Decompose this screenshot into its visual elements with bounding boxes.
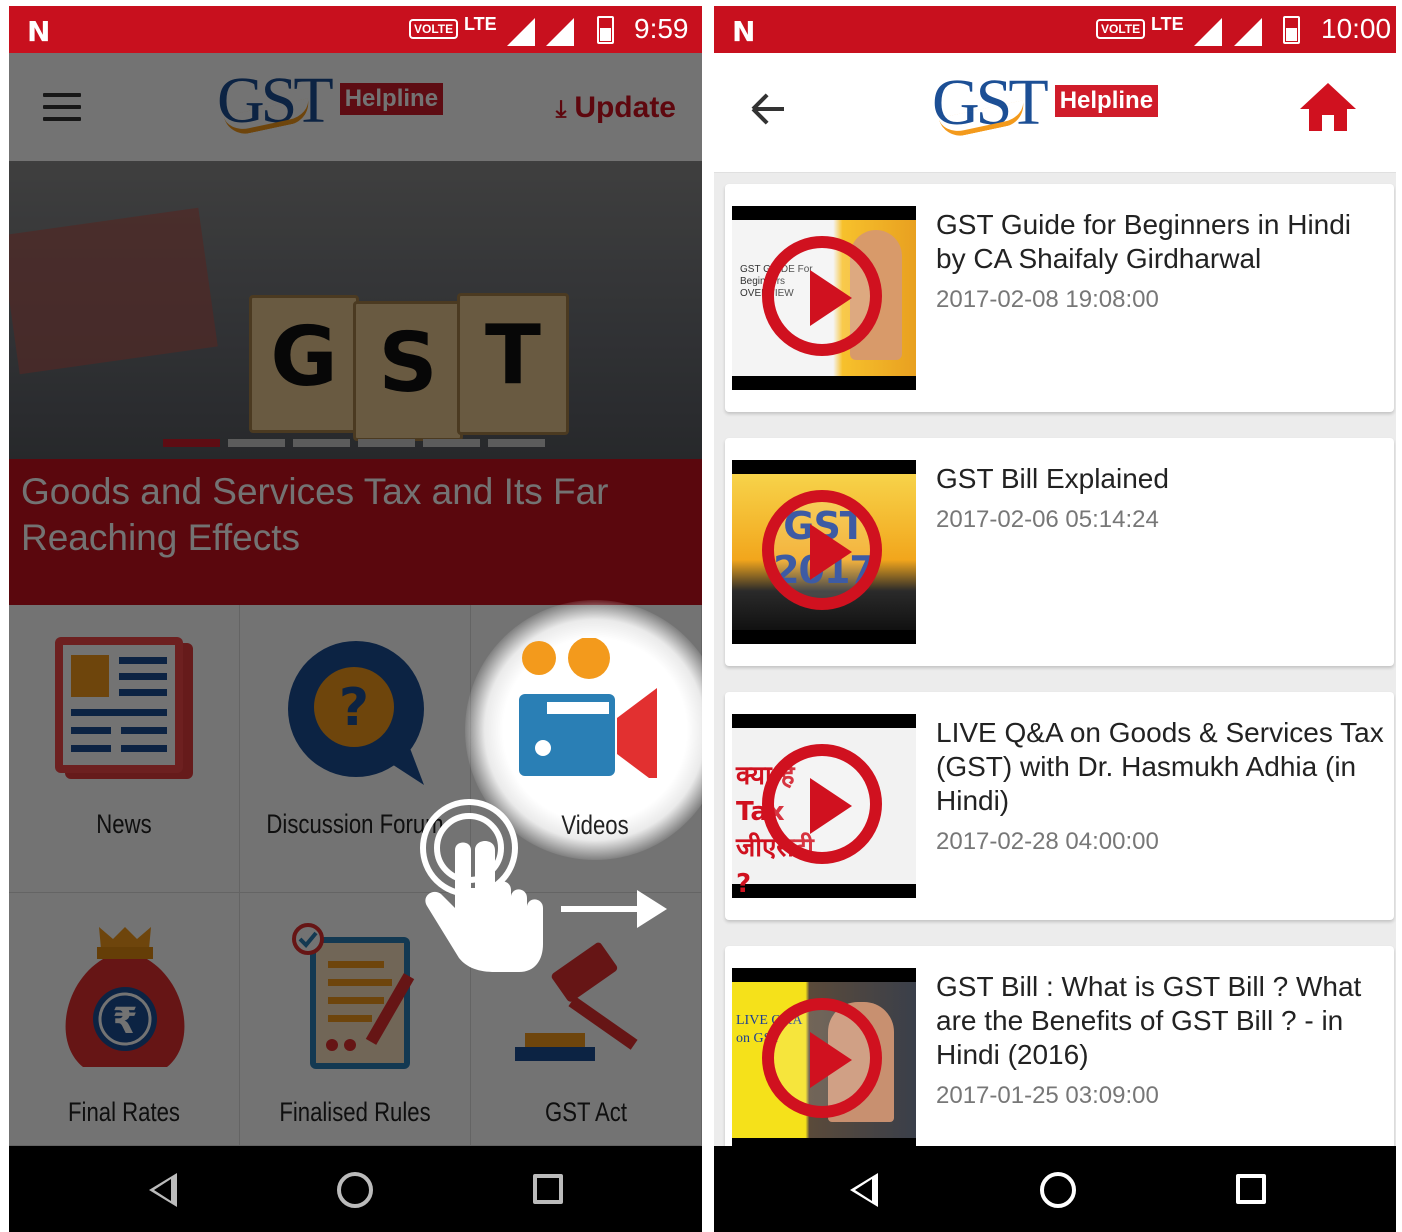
play-icon [762,998,882,1118]
video-card[interactable]: LIVE Q&A on GST GST Bill : What is GST B… [725,946,1394,1174]
video-thumbnail: GST GUIDE For Beginners OVERVIEW [732,206,916,390]
grid-label-final-rates: Final Rates [68,1097,180,1127]
notification-n-icon-right: N [732,15,756,48]
home-icon[interactable] [1300,83,1356,133]
video-date: 2017-02-28 04:00:00 [936,828,1159,855]
banner-block-g: G [249,295,359,433]
android-nav-bar [9,1146,702,1232]
signal-icon-right [1194,18,1222,46]
gst-helpline-logo-right: GST Helpline [932,65,1159,141]
status-time-right: 10:00 [1321,13,1392,44]
video-card[interactable]: GST 2017 GST Bill Explained 2017-02-06 0… [725,438,1394,666]
back-arrow-icon[interactable] [751,93,784,125]
hamburger-menu-icon[interactable] [43,93,81,121]
video-date: 2017-01-25 03:09:00 [936,1082,1159,1109]
video-title: GST Bill : What is GST Bill ? What are t… [936,971,1362,1070]
video-title: LIVE Q&A on Goods & Services Tax (GST) w… [936,717,1384,816]
slider-indicator [163,439,545,447]
home-screen: N VOLTE LTE 9:59 GST Helpline ⤓ Update G S… [9,6,702,1232]
nav-back-icon-right[interactable] [850,1173,878,1207]
nav-home-icon[interactable] [337,1172,373,1208]
lte-label-right: LTE [1151,14,1184,34]
hero-banner[interactable]: G S T Goods and Services Tax and Its Far… [9,161,702,605]
video-date: 2017-02-08 19:08:00 [936,286,1159,313]
videos-header: GST Helpline [714,53,1396,173]
video-title: GST Guide for Beginners in Hindi by CA S… [936,209,1352,274]
nav-recents-icon[interactable] [533,1174,563,1204]
status-bar-right: N VOLTE LTE 10:00 [714,6,1396,53]
document-pen-icon [292,923,415,1069]
play-icon [762,490,882,610]
grid-item-news[interactable]: News [9,605,240,893]
play-icon [762,744,882,864]
signal-icon [507,18,535,46]
nav-home-icon-right[interactable] [1040,1172,1076,1208]
video-card[interactable]: क्या है Tax जीएसटी ? LIVE Q&A on Goods &… [725,692,1394,920]
banner-block-t: T [457,293,569,435]
grid-label-news: News [96,809,152,839]
right-arrow-icon [561,890,667,928]
video-card[interactable]: GST GUIDE For Beginners OVERVIEW GST Gui… [725,184,1394,412]
video-camera-icon [519,638,657,778]
signal-icon-right-2 [1234,18,1262,46]
status-bar: N VOLTE LTE 9:59 [9,6,702,53]
android-nav-bar-right [714,1146,1396,1232]
video-title: GST Bill Explained [936,463,1169,494]
update-button[interactable]: ⤓ Update [556,91,676,125]
video-thumbnail: LIVE Q&A on GST [732,968,916,1152]
tap-hand-icon [420,799,543,972]
grid-label-gst-act: GST Act [544,1097,628,1127]
banner-block-s: S [353,301,463,441]
video-thumbnail: क्या है Tax जीएसटी ? [732,714,916,898]
play-icon [762,236,882,356]
notification-n-icon: N [27,15,51,48]
nav-recents-icon-right[interactable] [1236,1174,1266,1204]
banner-caption: Goods and Services Tax and Its Far Reach… [9,459,702,605]
videos-screen: N VOLTE LTE 10:00 GST Helpline GST GUIDE… [714,6,1396,1232]
nav-back-icon[interactable] [149,1173,177,1207]
video-thumbnail: GST 2017 [732,460,916,644]
money-bag-icon: ₹ [65,927,185,1067]
video-date: 2017-02-06 05:14:24 [936,506,1159,533]
grid-item-final-rates[interactable]: ₹ Final Rates [9,893,240,1146]
download-icon: ⤓ [555,96,567,123]
question-bubble-icon: ? [288,641,424,785]
app-header: GST Helpline ⤓ Update [9,53,702,161]
screenshot-root: N VOLTE LTE 9:59 GST Helpline ⤓ Update G S… [0,0,1402,1232]
battery-icon-right [1283,16,1300,44]
battery-icon [597,16,614,44]
signal-icon-2 [546,18,574,46]
svg-text:?: ? [339,678,369,738]
lte-label: LTE [464,14,497,34]
volte-badge: VOLTE [409,19,459,39]
volte-badge-right: VOLTE [1096,19,1146,39]
status-time: 9:59 [634,13,689,44]
grid-label-finalised-rules: Finalised Rules [279,1097,431,1127]
gst-helpline-logo: GST Helpline [217,63,444,139]
newspaper-icon [55,637,193,779]
svg-text:₹: ₹ [112,1001,137,1042]
